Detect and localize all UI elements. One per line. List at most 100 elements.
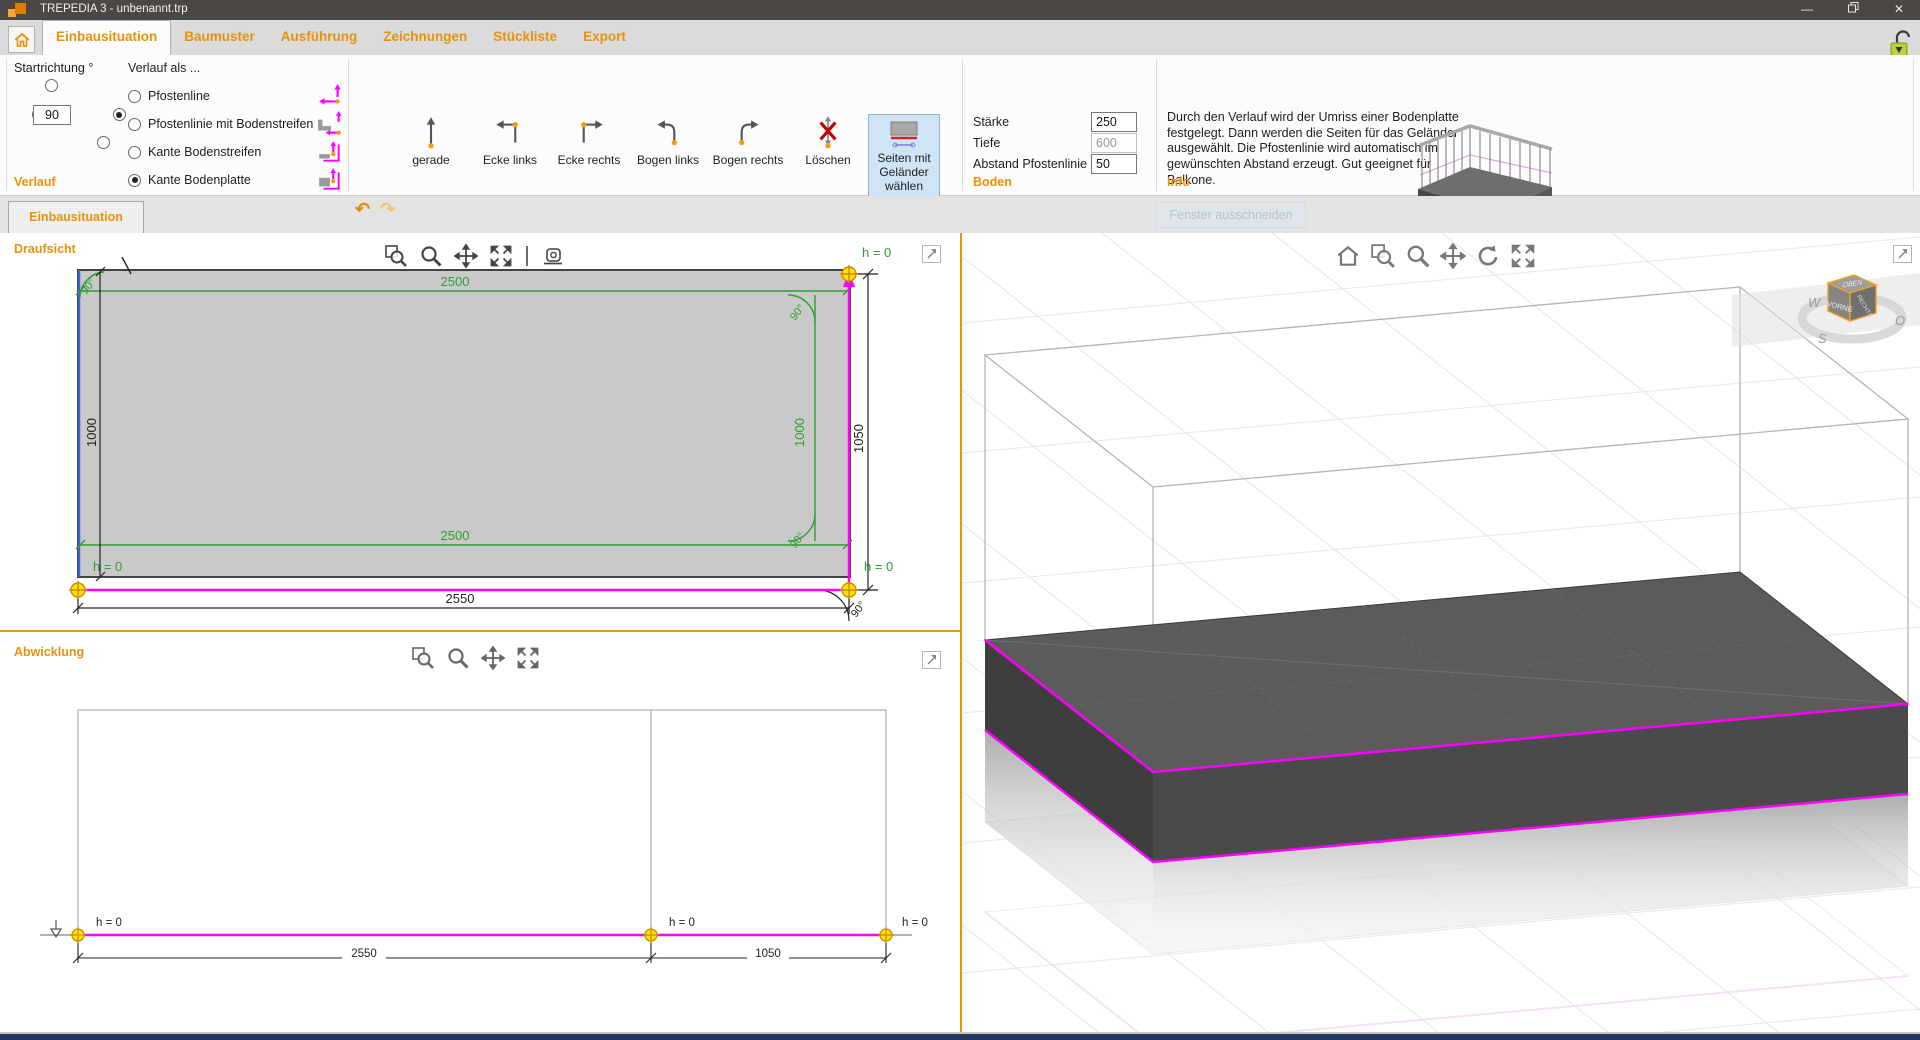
startrichtung-radio-down[interactable]	[97, 136, 110, 149]
tab-stueckliste[interactable]: Stückliste	[480, 20, 570, 55]
dim-top-label: 2500	[441, 274, 470, 289]
tiefe-label: Tiefe	[973, 136, 1091, 150]
h-zero-3: h = 0	[902, 917, 928, 929]
draufsicht-drawing[interactable]: 2500 2500 1000 90° 90° 90° h = 0 h = 0 h…	[0, 233, 960, 630]
ecke-links-icon	[491, 113, 529, 151]
status-strip	[0, 1032, 1920, 1040]
rotate-view-icon[interactable]	[1475, 243, 1501, 269]
option-kante-bodenstreifen[interactable]: Kante Bodenstreifen	[128, 145, 261, 159]
h-zero-left: h = 0	[93, 559, 122, 574]
view3d-toolbar	[1335, 243, 1536, 269]
h-zero-1: h = 0	[96, 917, 122, 929]
dim-total-label: 2550	[446, 591, 475, 606]
seiten-mit-gelaender-button[interactable]: Seiten mit Geländer wählen	[868, 114, 940, 204]
home-icon	[13, 31, 31, 49]
gerade-icon	[412, 113, 450, 151]
ecke-rechts-icon	[570, 113, 608, 151]
restore-button[interactable]	[1832, 0, 1874, 20]
abstand-pfostenlinie-input[interactable]	[1091, 154, 1137, 174]
view-3d[interactable]: W S O OBEN VORNE RECHTS	[962, 233, 1920, 1032]
dim-left-label: 1000	[84, 418, 99, 447]
option-pfostenlinie-bodenstreifen[interactable]: Pfostenlinie mit Bodenstreifen	[128, 117, 313, 131]
abstand-pfostenlinie-label: Abstand Pfostenlinie	[973, 157, 1091, 171]
ribbon-tab-bar: Einbausituation Baumuster Ausführung Zei…	[0, 20, 1920, 55]
loeschen-button[interactable]: Löschen	[790, 113, 866, 175]
title-bar: TREPEDIA 3 - unbenannt.trp — ✕	[0, 0, 1920, 20]
tiefe-input	[1091, 133, 1137, 153]
group-separator	[1156, 59, 1157, 191]
abwicklung-drawing[interactable]: 2550 1050 h = 0 h = 0 h = 0	[0, 632, 960, 1032]
bogen-links-button[interactable]: Bogen links	[630, 113, 706, 175]
tiefe-row: Tiefe	[973, 133, 1137, 153]
compass-s[interactable]: S	[1818, 331, 1827, 346]
tab-baumuster[interactable]: Baumuster	[171, 20, 268, 55]
startrichtung-label: Startrichtung °	[14, 61, 93, 75]
radio-pfostenlinie-bodenstreifen[interactable]	[128, 118, 141, 131]
h-zero-top: h = 0	[862, 245, 891, 260]
dim-right-inner-label: 1000	[792, 418, 807, 447]
abstand-row: Abstand Pfostenlinie	[973, 154, 1137, 174]
zoom-window-icon[interactable]	[1370, 243, 1396, 269]
option-pfostenline[interactable]: Pfostenline	[128, 89, 210, 103]
loeschen-icon	[809, 113, 847, 151]
minimize-button[interactable]: —	[1786, 0, 1828, 20]
pfostenlinie-bodenstreifen-icon	[316, 111, 344, 137]
staerke-label: Stärke	[973, 115, 1091, 129]
compass-w[interactable]: W	[1808, 295, 1822, 310]
tab-ausfuehrung[interactable]: Ausführung	[268, 20, 371, 55]
home-view-icon[interactable]	[1335, 243, 1361, 269]
close-button[interactable]: ✕	[1878, 0, 1920, 20]
group-separator	[962, 59, 963, 191]
home-button[interactable]	[8, 26, 35, 53]
staerke-row: Stärke	[973, 112, 1137, 132]
tab-export[interactable]: Export	[570, 20, 639, 55]
doc-tab-einbausituation[interactable]: Einbausituation	[8, 201, 144, 233]
ecke-rechts-button[interactable]: Ecke rechts	[551, 113, 627, 175]
ribbon-tabs: Einbausituation Baumuster Ausführung Zei…	[42, 20, 639, 55]
restore-icon	[1848, 2, 1859, 13]
bogen-rechts-button[interactable]: Bogen rechts	[710, 113, 786, 175]
kante-bodenstreifen-icon	[316, 139, 344, 165]
fenster-ausschneiden-button: Fenster ausschneiden	[1156, 202, 1306, 228]
option-kante-bodenplatte[interactable]: Kante Bodenplatte	[128, 173, 251, 187]
dim-right-outer-label: 1050	[851, 424, 866, 453]
tab-einbausituation[interactable]: Einbausituation	[42, 20, 171, 55]
boden-group-label: Boden	[973, 175, 1012, 189]
info-group-label: Info	[1167, 175, 1190, 189]
group-separator	[6, 59, 7, 191]
ribbon: Startrichtung ° Verlauf Verlauf als ... …	[0, 55, 1920, 196]
zoom-icon[interactable]	[1405, 243, 1431, 269]
kante-bodenplatte-icon	[316, 167, 344, 193]
angle-bottomright-outer: 90°	[849, 599, 869, 620]
startrichtung-input[interactable]	[33, 105, 71, 125]
verlauf-group-label: Verlauf	[14, 175, 56, 189]
zoom-fit-icon[interactable]	[1510, 243, 1536, 269]
pan-icon[interactable]	[1440, 243, 1466, 269]
gerade-button[interactable]: gerade	[393, 113, 469, 175]
compass-o[interactable]: O	[1895, 313, 1905, 328]
app-logo-icon	[8, 2, 30, 18]
seiten-mit-gelaender-icon	[882, 119, 926, 151]
abw-seg1-label: 2550	[351, 948, 377, 960]
workspace: Draufsicht	[0, 233, 1920, 1032]
undo-button[interactable]: ↶	[355, 199, 370, 220]
bogen-rechts-icon	[729, 113, 767, 151]
window-title: TREPEDIA 3 - unbenannt.trp	[40, 3, 188, 15]
bogen-links-icon	[649, 113, 687, 151]
abw-seg2-label: 1050	[755, 948, 781, 960]
dim-bottom-inner-label: 2500	[441, 528, 470, 543]
startrichtung-radio-right[interactable]	[113, 108, 126, 121]
radio-pfostenline[interactable]	[128, 90, 141, 103]
radio-kante-bodenstreifen[interactable]	[128, 146, 141, 159]
document-tab-strip: Einbausituation ↶ ↷ Fenster ausschneiden	[0, 196, 1920, 233]
application-window: TREPEDIA 3 - unbenannt.trp — ✕ Einbausit…	[0, 0, 1920, 1040]
ecke-links-button[interactable]: Ecke links	[472, 113, 548, 175]
radio-kante-bodenplatte[interactable]	[128, 174, 141, 187]
redo-button[interactable]: ↷	[380, 199, 395, 220]
pfostenline-icon	[316, 83, 344, 109]
startrichtung-radio-up[interactable]	[45, 79, 58, 92]
tab-zeichnungen[interactable]: Zeichnungen	[370, 20, 480, 55]
staerke-input[interactable]	[1091, 112, 1137, 132]
view3d-expand-button[interactable]	[1893, 245, 1912, 263]
verlauf-als-label: Verlauf als ...	[128, 61, 200, 75]
